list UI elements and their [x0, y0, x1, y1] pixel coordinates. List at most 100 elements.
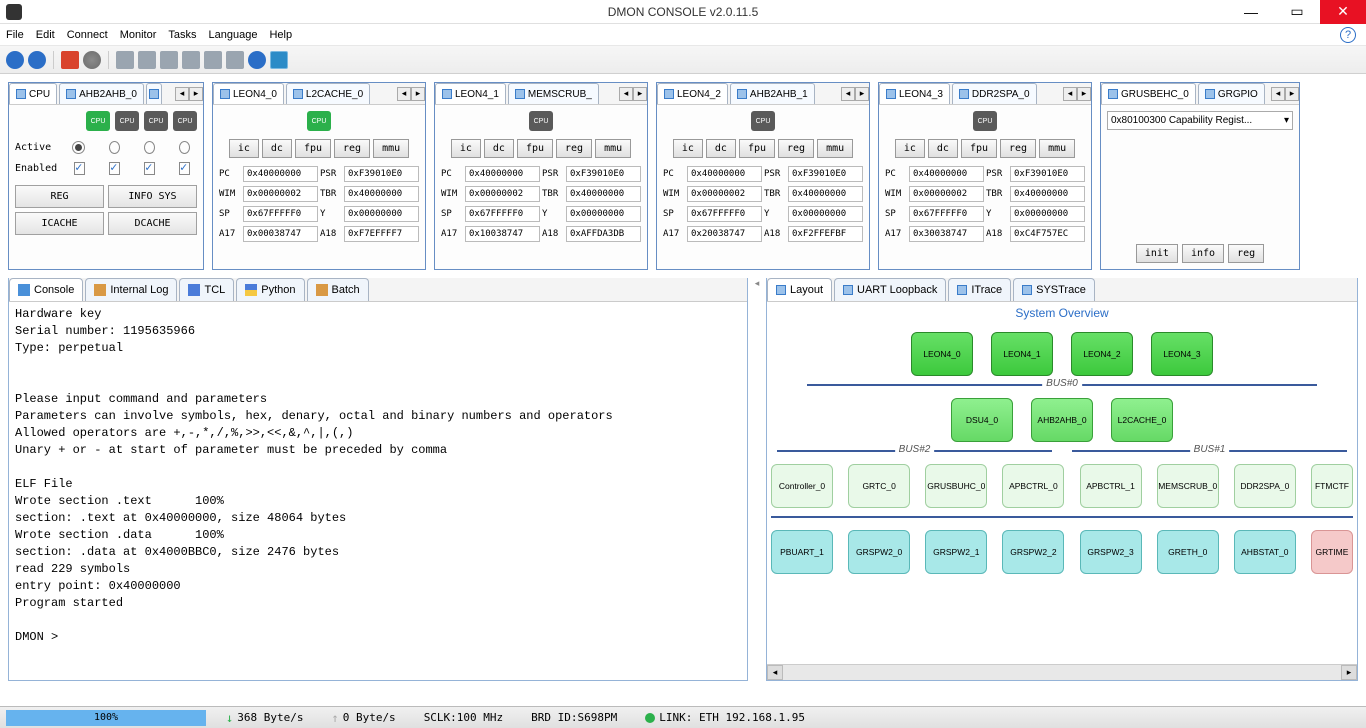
reg-pc[interactable]: 0x40000000	[909, 166, 984, 182]
cpu-chip-icon[interactable]: CPU	[973, 111, 997, 131]
tab-AHB2AHB_1[interactable]: AHB2AHB_1	[730, 83, 815, 104]
refresh-icon[interactable]	[28, 51, 46, 69]
overview-node[interactable]: GRTIME	[1311, 530, 1353, 574]
reg-a17[interactable]: 0x10038747	[465, 226, 540, 242]
console-output[interactable]: Hardware key Serial number: 1195635966 T…	[9, 302, 747, 680]
enabled-check-3[interactable]	[179, 162, 190, 175]
reg-psr[interactable]: 0xF39010E0	[1010, 166, 1085, 182]
menu-tasks[interactable]: Tasks	[168, 29, 196, 41]
tab-systrace[interactable]: SYSTrace	[1013, 278, 1095, 301]
reg-pc[interactable]: 0x40000000	[465, 166, 540, 182]
cap-init-button[interactable]: init	[1136, 244, 1178, 263]
reg-pc[interactable]: 0x40000000	[243, 166, 318, 182]
cpu-chip-1-icon[interactable]: CPU	[115, 111, 139, 131]
enabled-check-2[interactable]	[144, 162, 155, 175]
reg-sp[interactable]: 0x67FFFFF0	[465, 206, 540, 222]
ic-button[interactable]: ic	[229, 139, 259, 158]
reg-pc[interactable]: 0x40000000	[687, 166, 762, 182]
overview-node[interactable]: AHB2AHB_0	[1031, 398, 1093, 442]
reg-wim[interactable]: 0x00000002	[687, 186, 762, 202]
dc-button[interactable]: dc	[262, 139, 292, 158]
reg-tbr[interactable]: 0x40000000	[566, 186, 641, 202]
active-radio-2[interactable]	[144, 141, 155, 154]
active-radio-1[interactable]	[109, 141, 120, 154]
tab-scroll-left[interactable]: ◂	[397, 87, 411, 101]
tab-scroll-right[interactable]: ▸	[1285, 87, 1299, 101]
scroll-right-icon[interactable]: ▸	[1341, 665, 1357, 680]
overview-node[interactable]: DDR2SPA_0	[1234, 464, 1296, 508]
reg-wim[interactable]: 0x00000002	[909, 186, 984, 202]
reg-wim[interactable]: 0x00000002	[465, 186, 540, 202]
cycle-icon[interactable]	[270, 51, 288, 69]
tab-console[interactable]: Console	[9, 278, 83, 301]
tab-tcl[interactable]: TCL	[179, 278, 234, 301]
gear-icon[interactable]	[226, 51, 244, 69]
overview-node[interactable]: GRETH_0	[1157, 530, 1219, 574]
tab-extra[interactable]	[146, 83, 162, 104]
overview-node[interactable]: GRUSBUHC_0	[925, 464, 987, 508]
reg-tbr[interactable]: 0x40000000	[788, 186, 863, 202]
overview-node[interactable]: GRSPW2_3	[1080, 530, 1142, 574]
tab-scroll-right[interactable]: ▸	[633, 87, 647, 101]
reg-a18[interactable]: 0xC4F757EC	[1010, 226, 1085, 242]
cpu-chip-icon[interactable]: CPU	[751, 111, 775, 131]
ic-button[interactable]: ic	[895, 139, 925, 158]
menu-file[interactable]: File	[6, 29, 24, 41]
capability-select[interactable]: 0x80100300 Capability Regist... ▾	[1107, 111, 1293, 130]
enabled-check-1[interactable]	[109, 162, 120, 175]
tab-scroll-left[interactable]: ◂	[1063, 87, 1077, 101]
info-icon[interactable]	[6, 51, 24, 69]
reg-button[interactable]: reg	[556, 139, 592, 158]
menu-monitor[interactable]: Monitor	[120, 29, 157, 41]
tab-internal-log[interactable]: Internal Log	[85, 278, 177, 301]
step-icon[interactable]	[116, 51, 134, 69]
reg-sp[interactable]: 0x67FFFFF0	[243, 206, 318, 222]
step-over-icon[interactable]	[138, 51, 156, 69]
reg-tbr[interactable]: 0x40000000	[1010, 186, 1085, 202]
stop-icon[interactable]	[61, 51, 79, 69]
reg-button[interactable]: reg	[334, 139, 370, 158]
reg-y[interactable]: 0x00000000	[566, 206, 641, 222]
overview-node[interactable]: LEON4_1	[991, 332, 1053, 376]
reg-a18[interactable]: 0xAFFDA3DB	[566, 226, 641, 242]
overview-node[interactable]: GRTC_0	[848, 464, 910, 508]
tab-LEON4_2[interactable]: LEON4_2	[657, 83, 728, 104]
horizontal-scrollbar[interactable]: ◂ ▸	[767, 664, 1357, 680]
reg-y[interactable]: 0x00000000	[788, 206, 863, 222]
reg-a18[interactable]: 0xF2FFEFBF	[788, 226, 863, 242]
maximize-button[interactable]: ▭	[1274, 0, 1320, 24]
overview-node[interactable]: AHBSTAT_0	[1234, 530, 1296, 574]
reg-y[interactable]: 0x00000000	[1010, 206, 1085, 222]
cpu-chip-icon[interactable]: CPU	[307, 111, 331, 131]
tab-scroll-left[interactable]: ◂	[1271, 87, 1285, 101]
tab-DDR2SPA_0[interactable]: DDR2SPA_0	[952, 83, 1037, 104]
fpu-button[interactable]: fpu	[517, 139, 553, 158]
tab-grusbehc0[interactable]: GRUSBEHC_0	[1101, 83, 1196, 104]
mmu-button[interactable]: mmu	[1039, 139, 1075, 158]
overview-node[interactable]: L2CACHE_0	[1111, 398, 1173, 442]
dc-button[interactable]: dc	[706, 139, 736, 158]
reg-a17[interactable]: 0x00038747	[243, 226, 318, 242]
nodes-icon[interactable]	[182, 51, 200, 69]
reg-a17[interactable]: 0x20038747	[687, 226, 762, 242]
menu-connect[interactable]: Connect	[67, 29, 108, 41]
minimize-button[interactable]: —	[1228, 0, 1274, 24]
menu-language[interactable]: Language	[209, 29, 258, 41]
tab-scroll-left[interactable]: ◂	[841, 87, 855, 101]
tab-batch[interactable]: Batch	[307, 278, 369, 301]
reg-wim[interactable]: 0x00000002	[243, 186, 318, 202]
reg-sp[interactable]: 0x67FFFFF0	[909, 206, 984, 222]
tab-LEON4_3[interactable]: LEON4_3	[879, 83, 950, 104]
info-sys-button[interactable]: INFO SYS	[108, 185, 197, 208]
menu-help[interactable]: Help	[269, 29, 292, 41]
tab-LEON4_0[interactable]: LEON4_0	[213, 83, 284, 104]
reg-y[interactable]: 0x00000000	[344, 206, 419, 222]
overview-node[interactable]: APBCTRL_0	[1002, 464, 1064, 508]
tab-scroll-right[interactable]: ▸	[855, 87, 869, 101]
cap-info-button[interactable]: info	[1182, 244, 1224, 263]
ic-button[interactable]: ic	[451, 139, 481, 158]
help-icon[interactable]: ?	[1340, 27, 1356, 43]
reg-button[interactable]: reg	[1000, 139, 1036, 158]
overview-node[interactable]: DSU4_0	[951, 398, 1013, 442]
cpu-chip-2-icon[interactable]: CPU	[144, 111, 168, 131]
